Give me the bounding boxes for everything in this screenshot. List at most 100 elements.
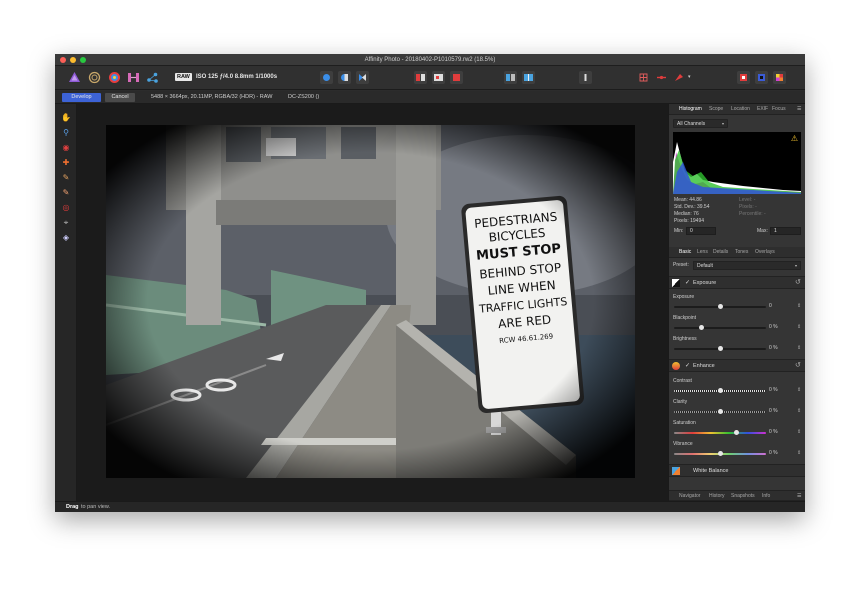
tab-info[interactable]: Info [762, 492, 770, 501]
zoom-tool-icon[interactable]: ⚲ [60, 127, 72, 138]
camera-info: ISO 125 ƒ/4.0 8.8mm 1/1000s [196, 74, 278, 80]
histogram-graph: ⚠ [673, 132, 801, 194]
tab-lens[interactable]: Lens [697, 248, 708, 257]
chevron-down-icon: ▾ [794, 263, 797, 268]
tab-exif[interactable]: EXIF [757, 105, 768, 114]
split-view-icon[interactable] [414, 71, 427, 84]
red-eye-tool-icon[interactable]: ◉ [60, 142, 72, 153]
export-persona-icon[interactable] [146, 71, 159, 84]
flash-icon[interactable] [579, 71, 592, 84]
tab-basic[interactable]: Basic [679, 248, 691, 257]
before-after-icon[interactable] [504, 71, 517, 84]
tab-details[interactable]: Details [713, 248, 728, 257]
white-balance-icon [672, 467, 680, 475]
saturation-slider[interactable] [674, 430, 766, 435]
clipping-tones-icon[interactable] [356, 71, 369, 84]
vibrance-stepper-icon[interactable]: ⇕ [797, 450, 802, 457]
cancel-button[interactable]: Cancel [105, 93, 135, 102]
guides-icon[interactable] [655, 71, 668, 84]
vibrance-value[interactable]: 0 % [769, 450, 793, 457]
tab-navigator[interactable]: Navigator [679, 492, 700, 501]
develop-persona-icon[interactable] [108, 71, 121, 84]
contrast-slider[interactable] [674, 388, 766, 393]
hand-tool-icon[interactable]: ✋ [60, 112, 72, 123]
reset-icon[interactable]: ↺ [795, 361, 801, 371]
clarity-slider-knob[interactable] [717, 409, 723, 414]
exposure-value[interactable]: 0 [769, 303, 793, 310]
exposure-stepper-icon[interactable]: ⇕ [797, 303, 802, 310]
mirror-view-icon[interactable] [432, 71, 445, 84]
brightness-slider[interactable] [674, 346, 766, 351]
photo-persona-icon[interactable] [68, 71, 81, 84]
clipping-highlights-icon[interactable] [320, 71, 333, 84]
tab-tones[interactable]: Tones [735, 248, 748, 257]
white-balance-section-header[interactable]: White Balance [669, 464, 805, 477]
arrange-icon[interactable] [755, 71, 768, 84]
snapping-icon[interactable] [672, 71, 685, 84]
contrast-stepper-icon[interactable]: ⇕ [797, 387, 802, 394]
channel-select[interactable]: All Channels ▾ [673, 119, 728, 128]
tab-location[interactable]: Location [731, 105, 750, 114]
tab-history[interactable]: History [709, 492, 725, 501]
overlay-paint-tool-icon[interactable]: ◎ [60, 202, 72, 213]
snapping-dropdown-icon[interactable]: ▾ [688, 74, 691, 80]
clipping-shadows-icon[interactable] [338, 71, 351, 84]
vibrance-slider[interactable] [674, 451, 766, 456]
preset-select[interactable]: Default ▾ [693, 261, 801, 270]
max-input[interactable]: 1 [770, 227, 801, 235]
brightness-stepper-icon[interactable]: ⇕ [797, 345, 802, 352]
window-title: Affinity Photo - 20180402-P1010579.rw2 (… [364, 57, 496, 63]
tab-scope[interactable]: Scope [709, 105, 723, 114]
tab-overlays[interactable]: Overlays [755, 248, 775, 257]
exposure-slider[interactable] [674, 304, 766, 309]
enhance-section-header[interactable]: ✓ Enhance ↺ [669, 359, 805, 372]
saturation-slider-knob[interactable] [734, 430, 740, 435]
min-input[interactable]: 0 [686, 227, 716, 235]
saturation-stepper-icon[interactable]: ⇕ [797, 429, 802, 436]
tab-histogram[interactable]: Histogram [679, 105, 702, 114]
exposure-section-header[interactable]: ✓ Exposure ↺ [669, 276, 805, 289]
exposure-section-label: Exposure [693, 280, 717, 286]
white-balance-tool-icon[interactable]: ◈ [60, 232, 72, 243]
enhance-icon [672, 362, 680, 370]
tab-snapshots[interactable]: Snapshots [731, 492, 755, 501]
compare-icon[interactable] [522, 71, 535, 84]
crop-tool-icon[interactable]: ⌖ [60, 217, 72, 228]
blemish-tool-icon[interactable]: ✚ [60, 157, 72, 168]
reset-icon[interactable]: ↺ [795, 278, 801, 288]
panel-menu-icon[interactable]: ☰ [797, 105, 801, 114]
contrast-slider-knob[interactable] [717, 388, 723, 393]
clarity-stepper-icon[interactable]: ⇕ [797, 408, 802, 415]
blackpoint-stepper-icon[interactable]: ⇕ [797, 324, 802, 331]
contrast-label: Contrast [673, 378, 692, 384]
grid-icon[interactable] [637, 71, 650, 84]
contrast-value[interactable]: 0 % [769, 387, 793, 394]
develop-button[interactable]: Develop [62, 93, 101, 102]
exposure-slider-knob[interactable] [717, 304, 723, 309]
brightness-slider-knob[interactable] [717, 346, 723, 351]
saturation-value[interactable]: 0 % [769, 429, 793, 436]
single-view-icon[interactable] [450, 71, 463, 84]
panel-menu-icon[interactable]: ☰ [797, 492, 801, 501]
clarity-value[interactable]: 0 % [769, 408, 793, 415]
brightness-value[interactable]: 0 % [769, 345, 793, 352]
color-picker-icon[interactable] [773, 71, 786, 84]
tab-focus[interactable]: Focus [772, 105, 786, 114]
blackpoint-slider-knob[interactable] [699, 325, 705, 330]
clarity-label: Clarity [673, 399, 688, 405]
gradient-tool-icon[interactable]: ✎ [60, 187, 72, 198]
checkmark-icon[interactable]: ✓ [685, 361, 690, 371]
vibrance-slider-knob[interactable] [717, 451, 723, 456]
blackpoint-slider[interactable] [674, 325, 766, 330]
checkmark-icon[interactable]: ✓ [685, 278, 690, 288]
canvas[interactable]: PEDESTRIANS BICYCLES MUST STOP BEHIND ST… [77, 104, 668, 501]
bottom-tabs: Navigator History Snapshots Info ☰ [669, 490, 805, 501]
brush-tool-icon[interactable]: ✎ [60, 172, 72, 183]
assistant-icon[interactable] [737, 71, 750, 84]
histogram-mean: Mean: 44.86 [674, 197, 702, 203]
preset-select-value: Default [697, 263, 713, 269]
blackpoint-value[interactable]: 0 % [769, 324, 793, 331]
clarity-slider[interactable] [674, 409, 766, 414]
liquify-persona-icon[interactable] [88, 71, 101, 84]
tone-mapping-persona-icon[interactable] [127, 71, 140, 84]
